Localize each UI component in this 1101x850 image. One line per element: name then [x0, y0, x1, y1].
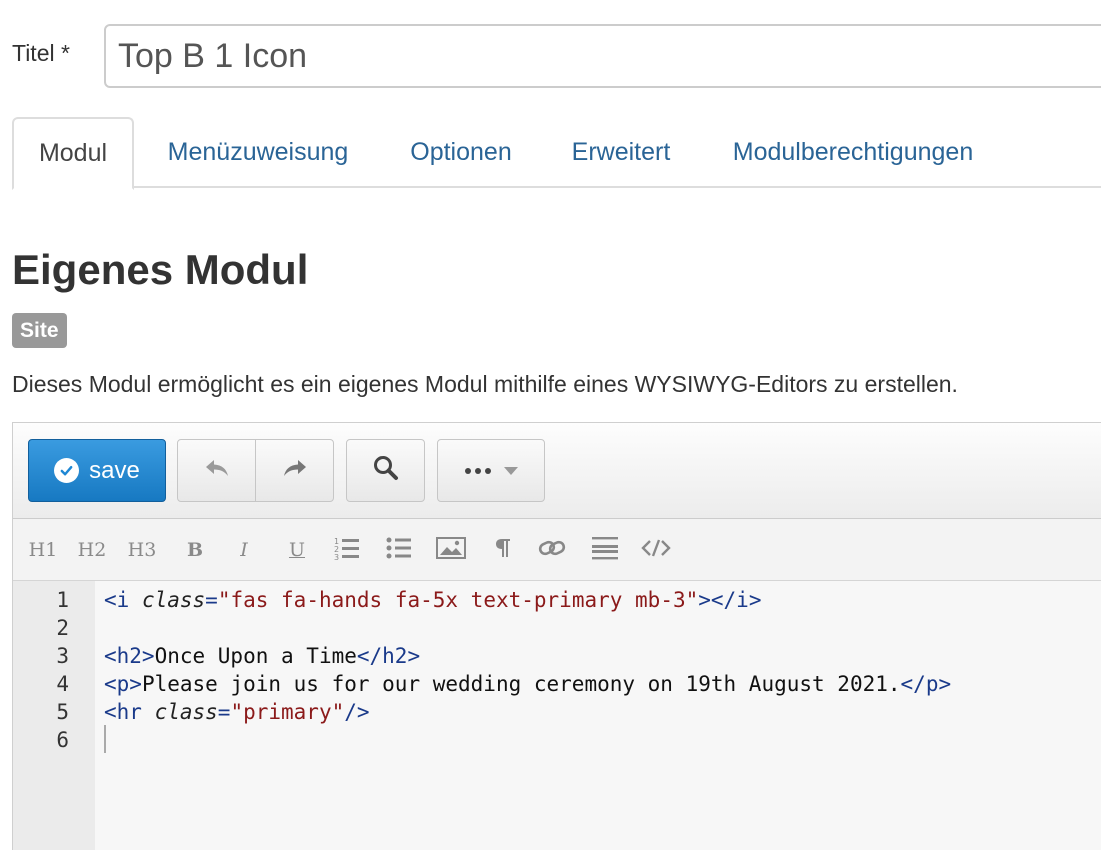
unordered-list-icon — [386, 537, 412, 564]
paragraph-button[interactable] — [493, 533, 513, 567]
code-token: <hr — [104, 700, 155, 724]
code-token: Once Upon a Time — [154, 644, 357, 668]
h3-button[interactable]: H3 — [126, 533, 158, 567]
link-button[interactable] — [537, 533, 567, 567]
image-icon — [436, 536, 466, 564]
code-token: Please join us for our wedding ceremony … — [141, 672, 901, 696]
code-token: class — [154, 700, 218, 724]
check-circle-icon — [54, 458, 80, 483]
caret-down-icon — [504, 462, 518, 480]
link-icon — [538, 538, 566, 563]
ordered-list-button[interactable]: 123 — [333, 533, 361, 567]
tab-modul[interactable]: Modul — [12, 117, 134, 190]
more-options-button[interactable] — [437, 439, 545, 502]
save-label: save — [89, 456, 140, 484]
tab-modulberechtigungen[interactable]: Modulberechtigungen — [716, 117, 990, 188]
code-view-button[interactable] — [639, 533, 673, 567]
h1-button[interactable]: H1 — [27, 533, 59, 567]
format-toolbar: H1 H2 H3 B I U 123 — [13, 519, 1101, 581]
italic-button[interactable]: I — [235, 533, 253, 567]
code-line[interactable]: <i class="fas fa-hands fa-5x text-primar… — [104, 586, 761, 614]
code-token: "primary" — [230, 700, 345, 724]
code-token: </h2> — [356, 644, 421, 668]
module-title: Eigenes Modul — [12, 246, 309, 293]
tab-menuzuweisung[interactable]: Menüzuweisung — [154, 117, 362, 188]
unordered-list-button[interactable] — [385, 533, 413, 567]
title-input[interactable] — [104, 24, 1101, 88]
redo-icon — [281, 457, 309, 484]
code-token: <h2> — [104, 644, 155, 668]
line-number: 5 — [56, 700, 69, 724]
redo-button[interactable] — [256, 440, 334, 501]
code-token: <p> — [104, 672, 142, 696]
undo-icon — [203, 457, 231, 484]
text-cursor — [104, 725, 106, 753]
ordered-list-icon: 123 — [334, 536, 360, 565]
undo-redo-group — [177, 439, 334, 502]
code-token: class — [141, 588, 206, 612]
image-button[interactable] — [435, 533, 467, 567]
tab-bar: Modul Menüzuweisung Optionen Erweitert M… — [12, 117, 1101, 190]
svg-text:3: 3 — [334, 553, 339, 560]
code-token: "fas fa-hands fa-5x text-primary mb-3" — [217, 588, 699, 612]
tab-erweitert[interactable]: Erweitert — [558, 117, 684, 188]
module-description: Dieses Modul ermöglicht es ein eigenes M… — [12, 371, 958, 397]
line-number: 6 — [56, 728, 69, 752]
title-label: Titel * — [12, 40, 70, 66]
save-button[interactable]: save — [28, 439, 166, 502]
underline-button[interactable]: U — [286, 533, 308, 567]
line-number: 4 — [56, 672, 69, 696]
code-editor: save H1 H2 H3 B I U 1 2 3 1 <i class="fa… — [12, 422, 1101, 850]
code-icon — [641, 538, 671, 563]
more-icon — [464, 462, 492, 480]
editor-toolbar: save — [13, 423, 1101, 519]
tab-optionen[interactable]: Optionen — [395, 117, 527, 188]
code-area[interactable]: 1 <i class="fas fa-hands fa-5x text-prima… — [13, 581, 1101, 850]
line-number: 2 — [56, 616, 69, 640]
code-token: <i — [104, 588, 142, 612]
horizontal-rule-icon — [592, 536, 618, 565]
search-icon — [372, 454, 400, 487]
site-badge: Site — [12, 313, 67, 348]
line-number: 3 — [56, 644, 69, 668]
bold-button[interactable]: B — [184, 533, 206, 567]
paragraph-icon — [495, 538, 511, 563]
code-line[interactable]: <hr class="primary"/> — [104, 698, 370, 726]
undo-button[interactable] — [178, 440, 256, 501]
code-token: = — [205, 588, 218, 612]
code-token: </p> — [900, 672, 952, 696]
h2-button[interactable]: H2 — [76, 533, 108, 567]
code-token: ></i> — [698, 588, 762, 612]
search-button[interactable] — [346, 439, 425, 502]
horizontal-rule-button[interactable] — [591, 533, 619, 567]
code-line[interactable]: <p>Please join us for our wedding ceremo… — [104, 670, 951, 698]
code-line[interactable]: <h2>Once Upon a Time</h2> — [104, 642, 420, 670]
line-number: 1 — [56, 588, 69, 612]
code-token: /> — [344, 700, 370, 724]
code-token: = — [217, 700, 231, 724]
